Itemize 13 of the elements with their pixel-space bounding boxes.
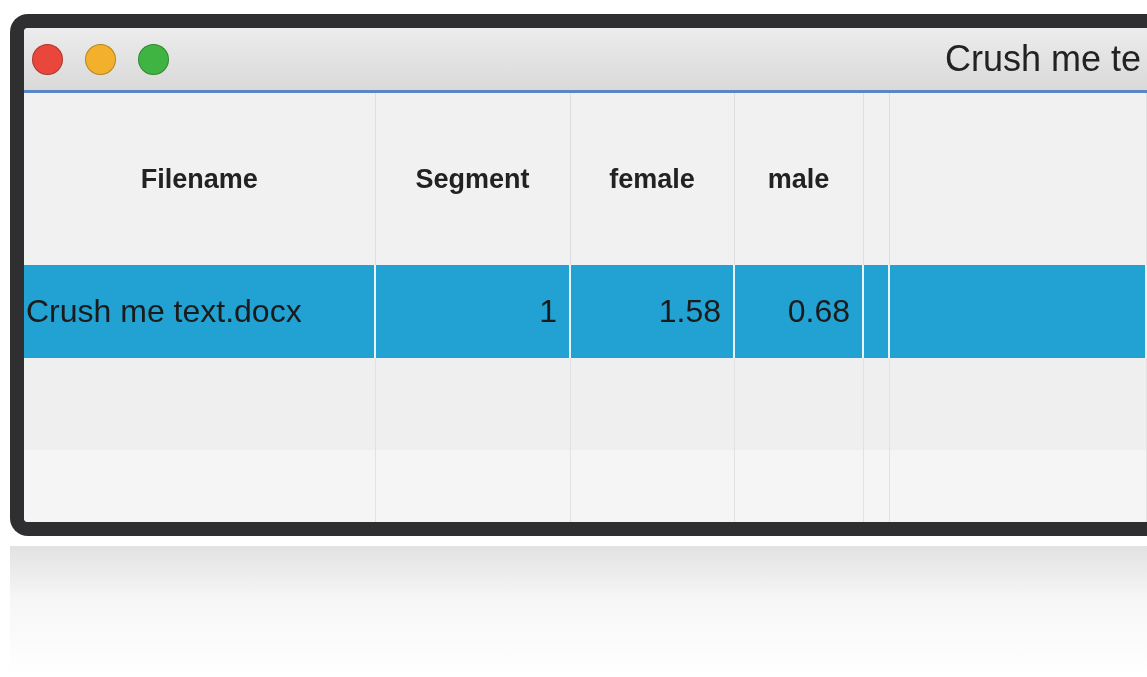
minimize-button[interactable] — [85, 43, 116, 75]
zoom-button[interactable] — [138, 43, 169, 75]
column-header[interactable]: Segment — [415, 163, 530, 194]
column-header[interactable]: Filename — [140, 163, 258, 194]
table-cell: 1.58 — [658, 293, 721, 329]
column-header[interactable]: female — [609, 163, 695, 194]
window-title: Crush me te — [944, 38, 1142, 80]
table-cell: Crush me text.docx — [26, 293, 302, 329]
column-header[interactable]: male — [767, 163, 830, 194]
table-cell: 0.68 — [787, 293, 850, 329]
table-row[interactable]: Crush me text.docx 1 1.58 0.68 — [24, 265, 1146, 358]
close-button[interactable] — [32, 43, 63, 75]
table-cell: 1 — [539, 293, 557, 329]
